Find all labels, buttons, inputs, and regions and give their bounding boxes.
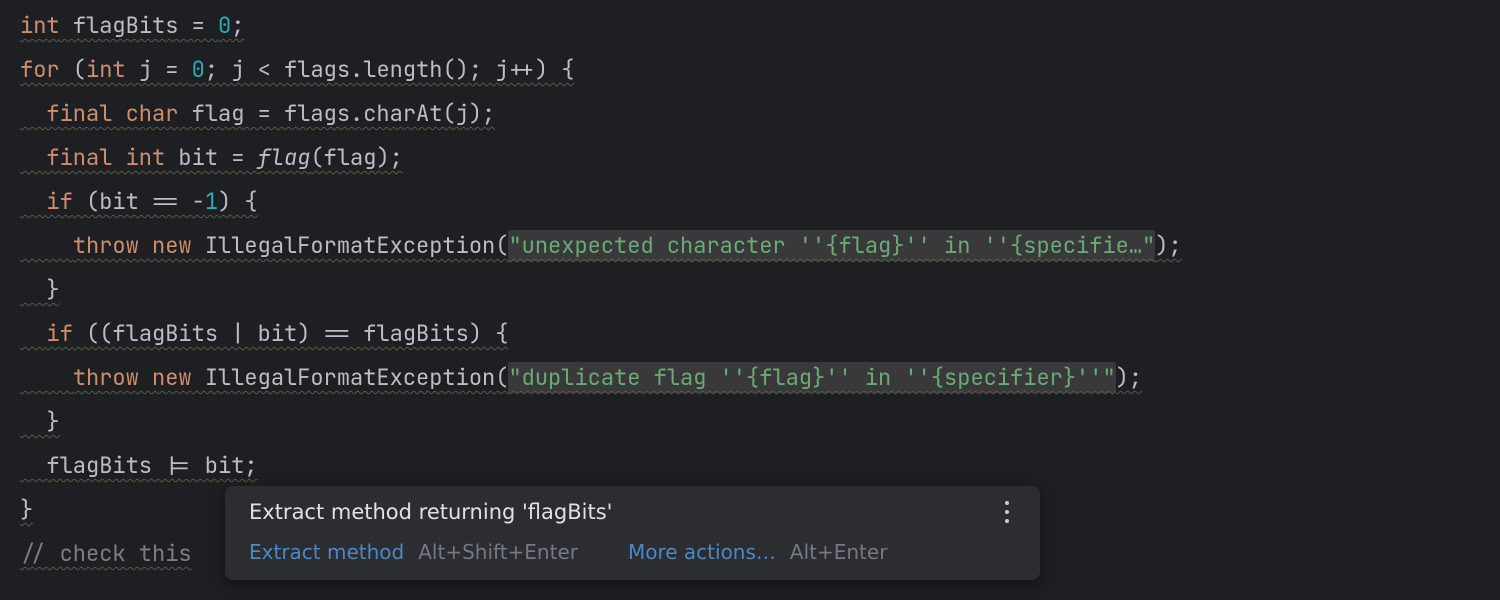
code-line[interactable]: final char flag = flags.charAt(j); — [0, 92, 1500, 136]
action-label: More actions… — [628, 540, 776, 564]
action-shortcut: Alt+Shift+Enter — [418, 540, 578, 564]
popup-title: Extract method returning 'flagBits' — [249, 500, 612, 524]
intention-popup: Extract method returning 'flagBits' Extr… — [225, 486, 1040, 580]
action-shortcut: Alt+Enter — [790, 540, 888, 564]
code-line[interactable]: final int bit = flag(flag); — [0, 136, 1500, 180]
more-actions[interactable]: More actions… Alt+Enter — [628, 540, 887, 564]
code-line[interactable]: int flagBits = 0; — [0, 4, 1500, 48]
code-line[interactable]: flagBits |= bit; — [0, 444, 1500, 488]
code-line[interactable]: if ((flagBits | bit) == flagBits) { — [0, 312, 1500, 356]
action-label: Extract method — [249, 540, 404, 564]
code-line[interactable]: throw new IllegalFormatException("duplic… — [0, 356, 1500, 400]
code-line[interactable]: throw new IllegalFormatException("unexpe… — [0, 224, 1500, 268]
code-line[interactable]: } — [0, 268, 1500, 312]
code-line[interactable]: if (bit == -1) { — [0, 180, 1500, 224]
more-options-icon[interactable] — [998, 501, 1016, 523]
code-line[interactable]: } — [0, 400, 1500, 444]
extract-method-action[interactable]: Extract method Alt+Shift+Enter — [249, 540, 578, 564]
code-line[interactable]: for (int j = 0; j < flags.length(); j++)… — [0, 48, 1500, 92]
